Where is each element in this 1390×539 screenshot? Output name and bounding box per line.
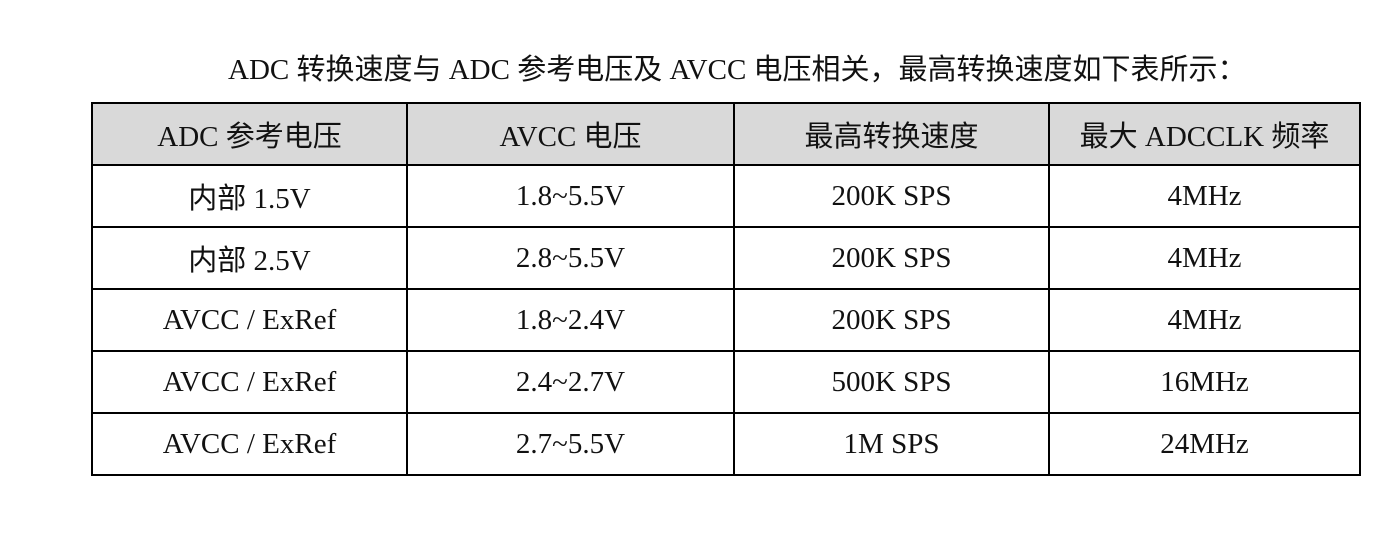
cell-adcclk-frequency: 4MHz <box>1048 164 1361 228</box>
adc-speed-table: ADC 参考电压 AVCC 电压 最高转换速度 最大 ADCCLK 频率 内部 … <box>91 102 1361 476</box>
cell-avcc-voltage: 1.8~5.5V <box>406 164 735 228</box>
table-row: 内部 2.5V 2.8~5.5V 200K SPS 4MHz <box>91 226 1361 290</box>
cell-avcc-voltage: 1.8~2.4V <box>406 288 735 352</box>
header-max-adcclk-frequency: 最大 ADCCLK 频率 <box>1048 102 1361 166</box>
header-adc-reference-voltage: ADC 参考电压 <box>91 102 408 166</box>
table-row: AVCC / ExRef 2.4~2.7V 500K SPS 16MHz <box>91 350 1361 414</box>
cell-adcclk-frequency: 4MHz <box>1048 226 1361 290</box>
cell-avcc-voltage: 2.4~2.7V <box>406 350 735 414</box>
cell-reference-voltage: AVCC / ExRef <box>91 288 408 352</box>
cell-adcclk-frequency: 4MHz <box>1048 288 1361 352</box>
table-row: 内部 1.5V 1.8~5.5V 200K SPS 4MHz <box>91 164 1361 228</box>
cell-conversion-speed: 200K SPS <box>733 288 1050 352</box>
cell-avcc-voltage: 2.7~5.5V <box>406 412 735 476</box>
cell-conversion-speed: 500K SPS <box>733 350 1050 414</box>
cell-reference-voltage: AVCC / ExRef <box>91 350 408 414</box>
header-max-conversion-speed: 最高转换速度 <box>733 102 1050 166</box>
cell-reference-voltage: 内部 1.5V <box>91 164 408 228</box>
cell-reference-voltage: AVCC / ExRef <box>91 412 408 476</box>
cell-conversion-speed: 1M SPS <box>733 412 1050 476</box>
cell-avcc-voltage: 2.8~5.5V <box>406 226 735 290</box>
cell-reference-voltage: 内部 2.5V <box>91 226 408 290</box>
table-row: AVCC / ExRef 1.8~2.4V 200K SPS 4MHz <box>91 288 1361 352</box>
table-row: AVCC / ExRef 2.7~5.5V 1M SPS 24MHz <box>91 412 1361 476</box>
cell-adcclk-frequency: 16MHz <box>1048 350 1361 414</box>
cell-conversion-speed: 200K SPS <box>733 164 1050 228</box>
table-header-row: ADC 参考电压 AVCC 电压 最高转换速度 最大 ADCCLK 频率 <box>91 102 1361 166</box>
intro-paragraph: ADC 转换速度与 ADC 参考电压及 AVCC 电压相关，最高转换速度如下表所… <box>228 54 1247 86</box>
cell-adcclk-frequency: 24MHz <box>1048 412 1361 476</box>
cell-conversion-speed: 200K SPS <box>733 226 1050 290</box>
header-avcc-voltage: AVCC 电压 <box>406 102 735 166</box>
